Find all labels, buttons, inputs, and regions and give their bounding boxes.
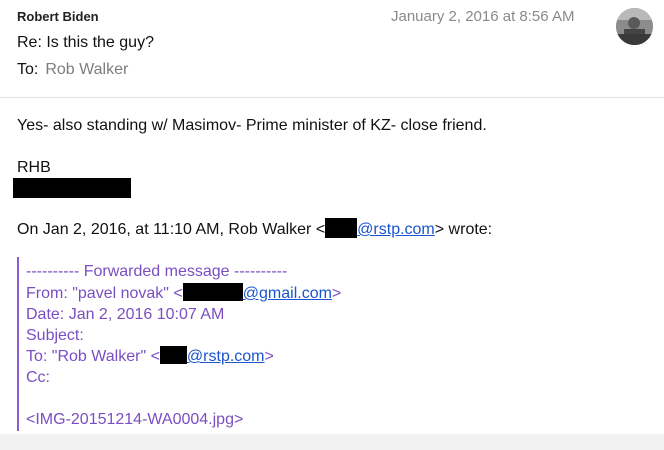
recipient-row: To: Rob Walker: [17, 61, 128, 79]
redaction-block: [325, 218, 358, 239]
forwarded-date: Date: Jan 2, 2016 10:07 AM: [26, 306, 225, 323]
redaction-block: [182, 283, 243, 302]
recipient-name[interactable]: Rob Walker: [45, 61, 128, 78]
quote-bar: [17, 257, 19, 431]
to-label: To: "Rob Walker" <: [26, 348, 160, 365]
message-date: January 2, 2016 at 8:56 AM: [391, 8, 575, 25]
forwarded-subject: Subject:: [26, 327, 84, 344]
avatar[interactable]: [616, 8, 653, 45]
forwarded-from: From: "pavel novak" < @gmail.com>: [26, 283, 342, 303]
message-subject: Re: Is this the guy?: [17, 34, 154, 51]
from-suffix: >: [331, 285, 342, 302]
quote-intro: On Jan 2, 2016, at 11:10 AM, Rob Walker …: [17, 218, 493, 239]
avatar-photo-icon: [616, 8, 653, 45]
forwarded-cc: Cc:: [26, 369, 50, 386]
signature: RHB: [17, 159, 51, 176]
forwarded-header: ---------- Forwarded message ----------: [26, 263, 288, 280]
to-suffix: >: [264, 348, 274, 365]
bottom-bar: [0, 434, 664, 450]
redaction-block: [13, 178, 131, 198]
email-link[interactable]: @gmail.com: [243, 285, 332, 302]
sender-name[interactable]: Robert Biden: [17, 9, 99, 24]
redaction-block: [159, 346, 187, 365]
quote-intro-suffix: > wrote:: [434, 221, 493, 238]
from-label: From: "pavel novak" <: [26, 285, 183, 302]
email-link[interactable]: @rstp.com: [357, 221, 435, 238]
quote-intro-text: On Jan 2, 2016, at 11:10 AM, Rob Walker …: [17, 221, 326, 238]
reply-line: Yes- also standing w/ Masimov- Prime min…: [17, 117, 487, 134]
email-link[interactable]: @rstp.com: [187, 348, 265, 365]
to-label: To:: [17, 61, 39, 78]
message-header: Robert Biden January 2, 2016 at 8:56 AM …: [0, 0, 664, 97]
forwarded-to: To: "Rob Walker" < @rstp.com>: [26, 346, 274, 366]
attachment-name[interactable]: <IMG-20151214-WA0004.jpg>: [26, 411, 243, 429]
header-divider: [0, 97, 664, 98]
